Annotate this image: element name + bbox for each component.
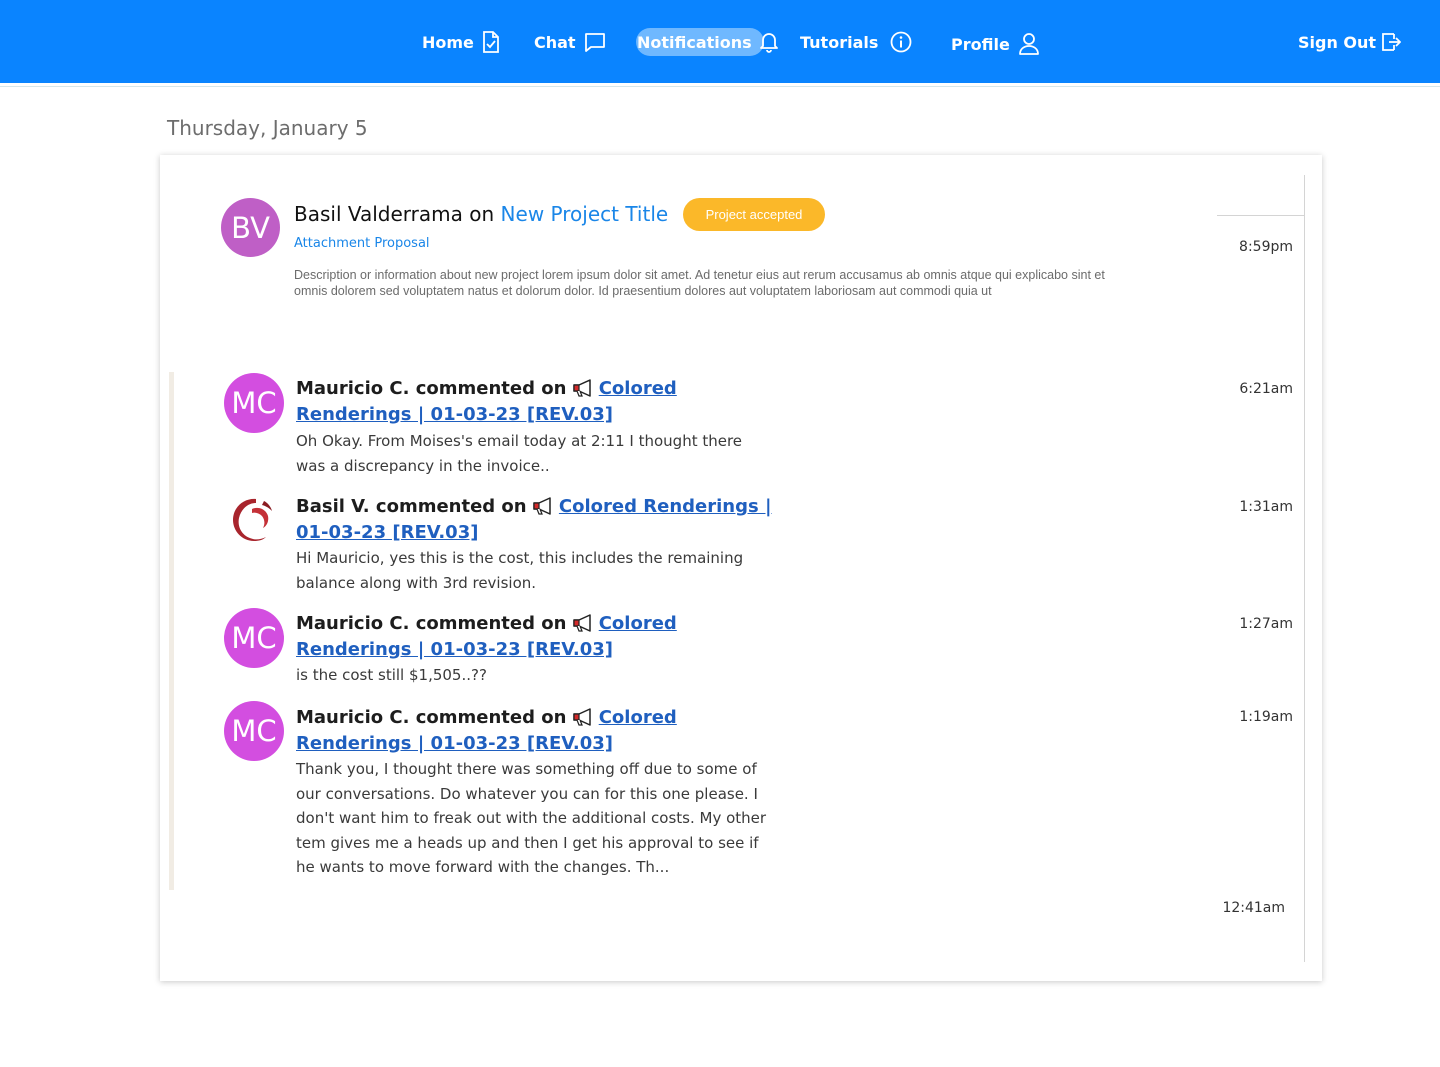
status-badge: Project accepted — [683, 198, 825, 231]
nav-sign-out[interactable]: Sign Out — [1298, 28, 1402, 56]
bell-icon — [759, 31, 779, 53]
connector-text: on — [469, 202, 495, 226]
nav-chat-label: Chat — [534, 32, 576, 52]
nav-home[interactable]: Home — [422, 28, 500, 56]
notification-title: Basil Valderrama on New Project Title — [294, 202, 668, 226]
comment-author: Basil V. commented on — [296, 496, 527, 517]
avatar[interactable]: BV — [221, 198, 280, 257]
nav-chat[interactable]: Chat — [534, 28, 606, 56]
comment-author: Mauricio C. commented on — [296, 378, 567, 399]
company-logo-avatar[interactable] — [228, 495, 278, 545]
comment-time: 6:21am — [1239, 381, 1293, 397]
document-check-icon — [482, 31, 500, 53]
timeline-divider — [1304, 175, 1305, 962]
megaphone-icon — [572, 614, 595, 638]
top-nav-bar: Home Chat Notifications Tutorials Profil… — [0, 0, 1440, 83]
nav-tutorials-label: Tutorials — [800, 32, 879, 52]
comment-body: is the cost still $1,505..?? — [296, 666, 487, 684]
nav-home-label: Home — [422, 32, 474, 52]
chat-bubble-icon — [584, 32, 606, 52]
comment-thread-bar — [169, 372, 174, 890]
avatar[interactable]: MC — [224, 608, 284, 668]
attachment-link[interactable]: Attachment Proposal — [294, 236, 430, 251]
sign-out-icon — [1381, 32, 1402, 52]
notifications-card: BV Basil Valderrama on New Project Title… — [160, 155, 1322, 981]
megaphone-icon — [572, 379, 595, 403]
nav-profile[interactable]: Profile — [951, 30, 1040, 58]
nav-notifications[interactable]: Notifications — [636, 28, 778, 56]
nav-notifications-label: Notifications — [637, 32, 752, 52]
comment-title: Mauricio C. commented on Colored Renderi… — [296, 706, 776, 755]
comment-title: Mauricio C. commented on Colored Renderi… — [296, 377, 776, 426]
comment-time: 1:27am — [1239, 616, 1293, 632]
notification-time: 8:59pm — [1239, 239, 1293, 255]
project-title-link[interactable]: New Project Title — [501, 202, 669, 226]
timeline-tick — [1217, 215, 1305, 216]
nav-tutorials[interactable]: Tutorials — [800, 28, 912, 56]
nav-profile-label: Profile — [951, 34, 1010, 54]
megaphone-icon — [533, 497, 555, 521]
avatar[interactable]: MC — [224, 701, 284, 761]
megaphone-icon — [572, 708, 595, 732]
nav-sign-out-label: Sign Out — [1298, 32, 1377, 52]
nav-divider — [0, 86, 1440, 87]
author-name: Basil Valderrama — [294, 202, 463, 226]
comment-author: Mauricio C. commented on — [296, 707, 567, 728]
comment-author: Mauricio C. commented on — [296, 613, 567, 634]
project-description: Description or information about new pro… — [294, 268, 1105, 298]
comment-time: 1:31am — [1239, 499, 1293, 515]
comment-title: Mauricio C. commented on Colored Renderi… — [296, 612, 776, 661]
comment-body: Thank you, I thought there was something… — [296, 760, 767, 876]
comment-time: 1:19am — [1239, 709, 1293, 725]
comment-body: Oh Okay. From Moises's email today at 2:… — [296, 432, 743, 475]
avatar[interactable]: MC — [224, 373, 284, 433]
date-heading: Thursday, January 5 — [167, 116, 368, 140]
user-icon — [1018, 32, 1040, 56]
comment-title: Basil V. commented on Colored Renderings… — [296, 495, 776, 544]
footer-time: 12:41am — [1222, 900, 1285, 916]
info-circle-icon — [890, 31, 912, 53]
comment-body: Hi Mauricio, yes this is the cost, this … — [296, 549, 744, 592]
